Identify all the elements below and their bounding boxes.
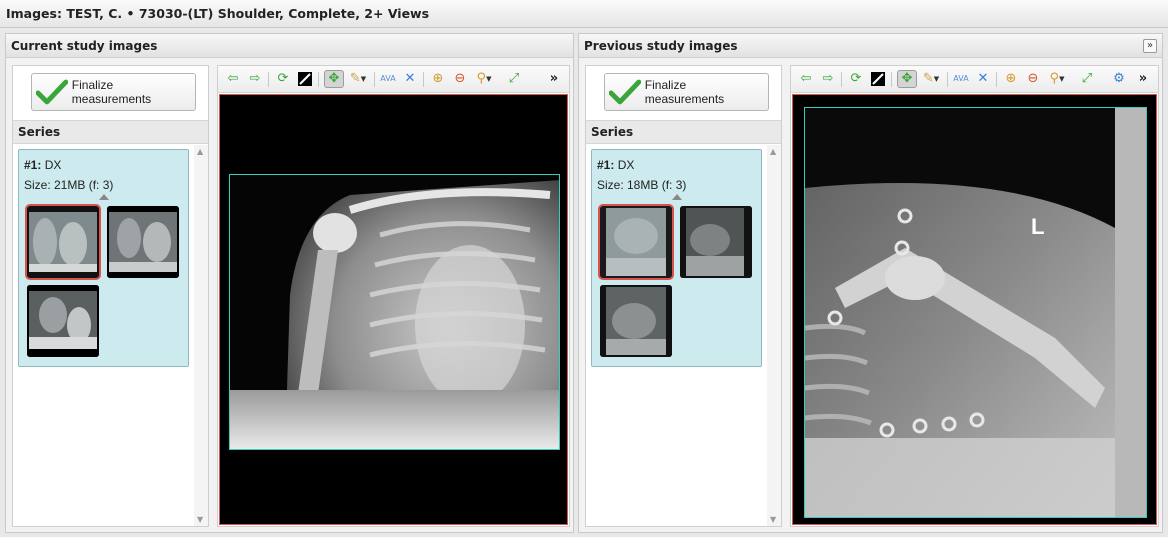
- annotate-icon[interactable]: ✎ ▼: [348, 70, 368, 88]
- checkmark-icon: [36, 79, 68, 105]
- xray-thumbnail-icon: [27, 285, 99, 357]
- magnifier-icon[interactable]: ⚲ ▼: [1047, 70, 1067, 88]
- magnifier-icon[interactable]: ⚲ ▼: [474, 70, 494, 88]
- series-size: Size: 18MB (f: 3): [597, 178, 687, 192]
- invert-icon[interactable]: [295, 70, 315, 88]
- series-card[interactable]: #1: DX Size: 21MB (f: 3): [18, 149, 189, 367]
- laterality-marker: L: [1031, 214, 1045, 239]
- thumbnail-frame-3[interactable]: [27, 285, 99, 357]
- invert-icon[interactable]: [868, 70, 888, 88]
- scroll-up-icon[interactable]: ▲: [197, 147, 203, 156]
- series-size: Size: 21MB (f: 3): [24, 178, 114, 192]
- thumbnail-frame-2[interactable]: [680, 206, 752, 278]
- thumbnail-frame-1[interactable]: [25, 204, 101, 280]
- zoom-in-icon[interactable]: ⊕: [428, 70, 448, 88]
- pan-icon[interactable]: ✥: [897, 70, 917, 88]
- finalize-label: Finalize measurements: [644, 78, 725, 106]
- current-xray-image: [229, 174, 560, 450]
- xray-thumbnail-icon: [600, 206, 672, 278]
- xray-thumbnail-icon: [107, 206, 179, 278]
- series-id: #1: DX: [597, 158, 634, 172]
- viewer-toolbar: ⇦ ⇨ ⟳ ✥ ✎ ▼ AVA ✕ ⊕ ⊖ ⚲ ▼ ⤢ »: [218, 66, 569, 93]
- current-study-title: Current study images: [6, 34, 573, 58]
- series-modality: DX: [44, 158, 62, 172]
- zoom-in-icon[interactable]: ⊕: [1001, 70, 1021, 88]
- prev-arrow-icon[interactable]: ⇦: [796, 70, 816, 88]
- series-id: #1: DX: [24, 158, 61, 172]
- finalize-measurements-button[interactable]: Finalize measurements: [31, 73, 196, 111]
- rotate-icon[interactable]: ⟳: [273, 70, 293, 88]
- viewer-toolbar: ⇦ ⇨ ⟳ ✥ ✎ ▼ AVA ✕ ⊕ ⊖ ⚲ ▼ ⤢ ⚙ »: [791, 66, 1158, 93]
- annotate-icon[interactable]: ✎ ▼: [921, 70, 941, 88]
- pan-icon[interactable]: ✥: [324, 70, 344, 88]
- series-modality: DX: [617, 158, 635, 172]
- current-study-panel: Current study images Finalize measuremen…: [5, 33, 574, 533]
- series-tab-indicator-icon: [672, 194, 682, 200]
- previous-study-panel: Previous study images » Finalize measure…: [578, 33, 1163, 533]
- next-arrow-icon[interactable]: ⇨: [818, 70, 838, 88]
- finalize-label: Finalize measurements: [71, 78, 152, 106]
- series-scrollbar[interactable]: ▲ ▼: [767, 145, 781, 526]
- series-heading: Series: [586, 120, 781, 144]
- previous-image-viewport[interactable]: L: [792, 94, 1157, 525]
- finalize-measurements-button[interactable]: Finalize measurements: [604, 73, 769, 111]
- crosshair-icon[interactable]: ✕: [973, 70, 993, 88]
- scroll-down-icon[interactable]: ▼: [770, 515, 776, 524]
- zoom-out-icon[interactable]: ⊖: [1023, 70, 1043, 88]
- crosshair-icon[interactable]: ✕: [400, 70, 420, 88]
- series-number: #1:: [597, 158, 615, 172]
- series-tab-indicator-icon: [99, 194, 109, 200]
- current-image-viewport[interactable]: [219, 94, 568, 525]
- series-card[interactable]: #1: DX Size: 18MB (f: 3): [591, 149, 762, 367]
- previous-series-column: Finalize measurements Series #1: DX Size…: [585, 65, 782, 527]
- xray-thumbnail-icon: [27, 206, 99, 278]
- measure-ava-icon[interactable]: AVA: [951, 70, 971, 88]
- collapse-panel-button[interactable]: »: [1143, 39, 1157, 53]
- previous-xray-image: L: [804, 107, 1147, 518]
- zoom-out-icon[interactable]: ⊖: [450, 70, 470, 88]
- window-title: Images: TEST, C. • 73030-(LT) Shoulder, …: [0, 0, 1168, 28]
- current-series-column: Finalize measurements Series #1: DX Size…: [12, 65, 209, 527]
- scroll-down-icon[interactable]: ▼: [197, 515, 203, 524]
- checkmark-icon: [609, 79, 641, 105]
- xray-thumbnail-icon: [680, 206, 752, 278]
- rotate-icon[interactable]: ⟳: [846, 70, 866, 88]
- series-number: #1:: [24, 158, 42, 172]
- thumbnail-frame-1[interactable]: [598, 204, 674, 280]
- more-icon[interactable]: »: [544, 70, 564, 88]
- previous-study-title: Previous study images: [579, 34, 1162, 58]
- prev-arrow-icon[interactable]: ⇦: [223, 70, 243, 88]
- series-heading: Series: [13, 120, 208, 144]
- series-scrollbar[interactable]: ▲ ▼: [194, 145, 208, 526]
- measure-ava-icon[interactable]: AVA: [378, 70, 398, 88]
- next-arrow-icon[interactable]: ⇨: [245, 70, 265, 88]
- fit-icon[interactable]: ⤢: [504, 70, 524, 88]
- previous-image-viewer: ⇦ ⇨ ⟳ ✥ ✎ ▼ AVA ✕ ⊕ ⊖ ⚲ ▼ ⤢ ⚙ » L: [790, 65, 1159, 527]
- current-image-viewer: ⇦ ⇨ ⟳ ✥ ✎ ▼ AVA ✕ ⊕ ⊖ ⚲ ▼ ⤢ »: [217, 65, 570, 527]
- thumbnail-frame-3[interactable]: [600, 285, 672, 357]
- more-icon[interactable]: »: [1133, 70, 1153, 88]
- fit-icon[interactable]: ⤢: [1077, 70, 1097, 88]
- settings-tool-icon[interactable]: ⚙: [1109, 70, 1129, 88]
- thumbnail-frame-2[interactable]: [107, 206, 179, 278]
- scroll-up-icon[interactable]: ▲: [770, 147, 776, 156]
- xray-thumbnail-icon: [600, 285, 672, 357]
